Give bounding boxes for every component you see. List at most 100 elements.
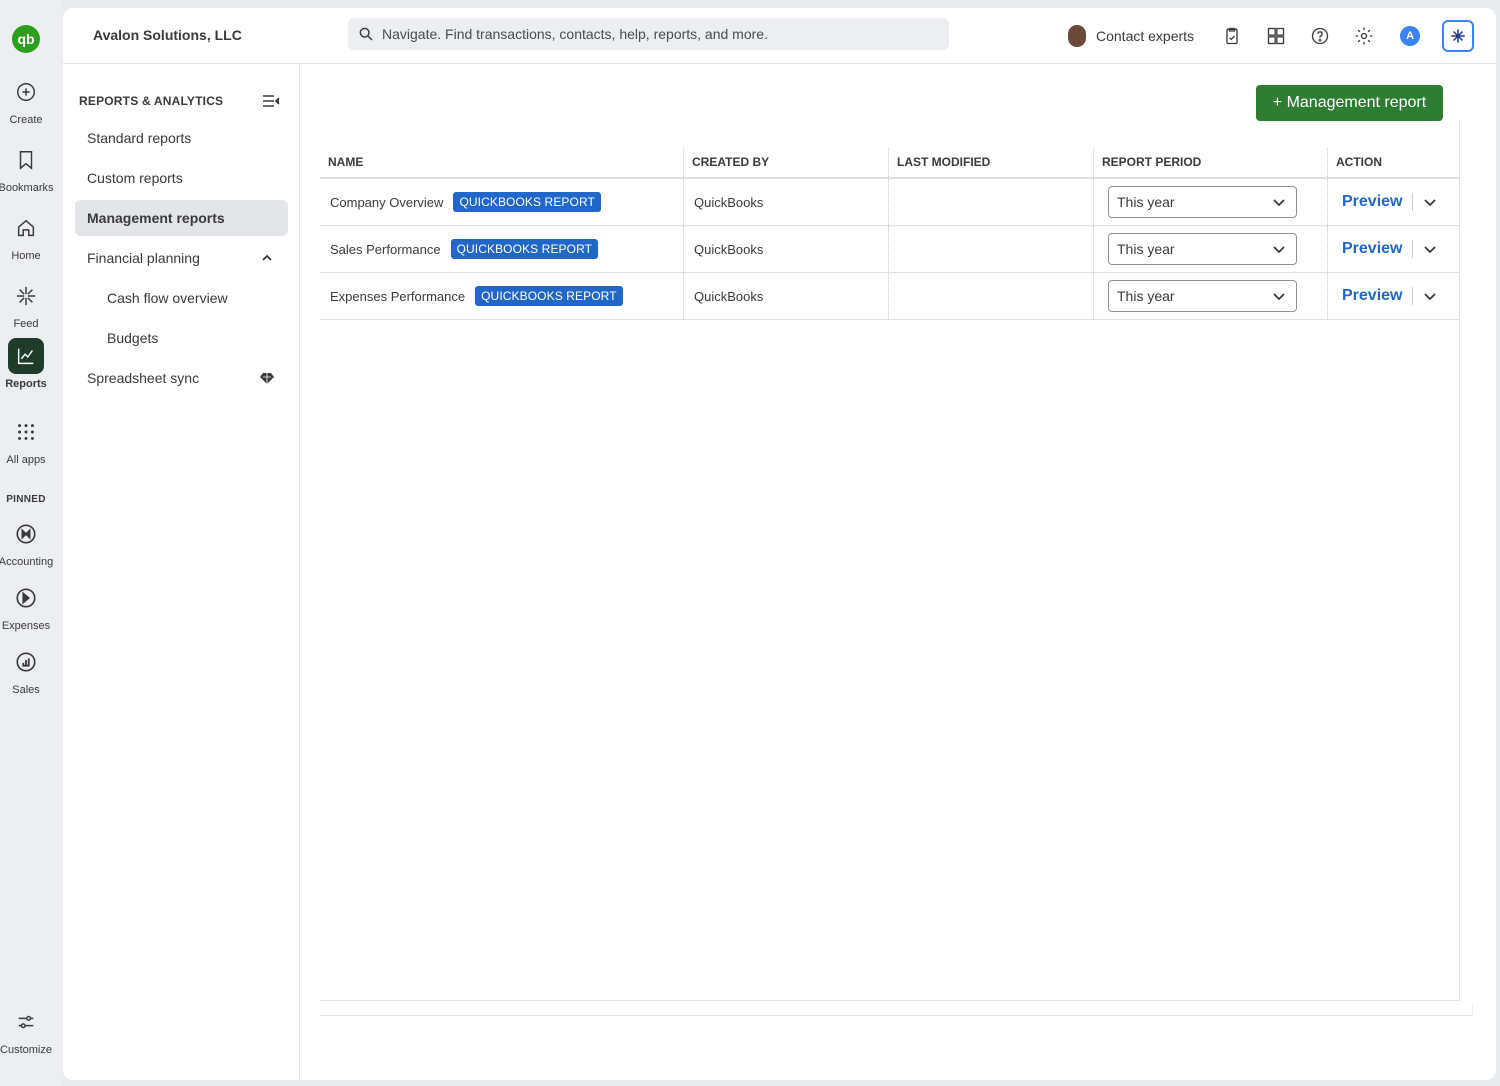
expert-avatar-icon: [1068, 25, 1086, 47]
divider: [1412, 240, 1414, 258]
accounting-icon: [16, 524, 36, 544]
rail-item-create[interactable]: Create: [0, 74, 52, 126]
rail-item-label: Feed: [13, 318, 39, 330]
chart-line-icon: [17, 348, 34, 365]
table-header: NAME CREATED BY LAST MODIFIED REPORT PER…: [320, 148, 1459, 179]
contact-experts-label: Contact experts: [1096, 28, 1195, 44]
divider: [1412, 287, 1414, 305]
preview-link[interactable]: Preview: [1342, 240, 1402, 258]
subnav-item-cash-flow-overview[interactable]: Cash flow overview: [75, 280, 288, 316]
main-card: Avalon Solutions, LLC Contact experts A: [63, 8, 1496, 1080]
last-modified: [889, 179, 1094, 225]
chevron-down-icon[interactable]: [1423, 242, 1437, 256]
report-period-select[interactable]: This year: [1108, 280, 1297, 312]
contact-experts-button[interactable]: Contact experts: [1068, 25, 1194, 47]
clipboard-icon[interactable]: [1220, 24, 1244, 48]
bookmark-icon: [19, 151, 33, 170]
column-header-action: ACTION: [1336, 155, 1382, 169]
ai-sparkle-icon: [1451, 29, 1465, 43]
created-by: QuickBooks: [684, 273, 889, 319]
preview-link[interactable]: Preview: [1342, 287, 1402, 305]
subnav-item-custom-reports[interactable]: Custom reports: [75, 160, 288, 196]
column-header-created-by[interactable]: CREATED BY: [684, 148, 889, 177]
rail-item-label: Accounting: [0, 556, 54, 568]
chevron-down-icon: [1273, 293, 1285, 301]
subnav-item-spreadsheet-sync[interactable]: Spreadsheet sync: [75, 360, 288, 396]
pinned-label: PINNED: [6, 494, 46, 505]
column-header-last-modified[interactable]: LAST MODIFIED: [889, 148, 1094, 177]
search-icon: [359, 27, 373, 41]
rail-item-label: Create: [9, 114, 43, 126]
rail-item-accounting[interactable]: Accounting: [0, 516, 53, 568]
rail-item-customize[interactable]: Customize: [0, 1004, 52, 1056]
sliders-icon: [18, 1015, 34, 1029]
gear-icon[interactable]: [1352, 24, 1376, 48]
report-name[interactable]: Sales Performance: [330, 242, 441, 257]
user-avatar[interactable]: A: [1400, 26, 1421, 46]
report-name[interactable]: Company Overview: [330, 195, 443, 210]
report-period-select[interactable]: This year: [1108, 233, 1297, 265]
rail-item-label: Customize: [0, 1044, 52, 1056]
rail-item-label: All apps: [6, 454, 46, 466]
subnav-item-financial-planning[interactable]: Financial planning: [75, 240, 288, 276]
rail-item-label: Expenses: [1, 620, 51, 632]
help-icon[interactable]: [1308, 24, 1332, 48]
rail-item-sales[interactable]: Sales: [0, 644, 52, 696]
top-bar: Avalon Solutions, LLC Contact experts A: [63, 8, 1496, 64]
rail-item-bookmarks[interactable]: Bookmarks: [0, 142, 54, 194]
chevron-up-icon: [262, 254, 272, 261]
column-header-name[interactable]: NAME: [320, 148, 684, 177]
apps-switcher-icon[interactable]: [1264, 24, 1288, 48]
report-name[interactable]: Expenses Performance: [330, 289, 465, 304]
company-name[interactable]: Avalon Solutions, LLC: [93, 27, 242, 43]
table-row: Expenses Performance QUICKBOOKS REPORT Q…: [320, 273, 1459, 320]
created-by: QuickBooks: [684, 179, 889, 225]
reports-subnav: REPORTS & ANALYTICS Standard reports Cus…: [63, 65, 300, 1080]
quickbooks-logo-icon[interactable]: qb: [12, 25, 40, 53]
table-footer-edge: [320, 1004, 1473, 1016]
preview-link[interactable]: Preview: [1342, 193, 1402, 211]
rail-item-expenses[interactable]: Expenses: [0, 580, 52, 632]
quickbooks-report-badge: QUICKBOOKS REPORT: [453, 192, 601, 212]
created-by: QuickBooks: [684, 226, 889, 272]
reports-table: NAME CREATED BY LAST MODIFIED REPORT PER…: [320, 121, 1460, 1001]
left-rail: qb Create Bookmarks Home Feed Reports Al…: [0, 0, 62, 1086]
expenses-icon: [16, 588, 36, 608]
last-modified: [889, 273, 1094, 319]
quickbooks-report-badge: QUICKBOOKS REPORT: [475, 286, 623, 306]
chevron-down-icon: [1273, 246, 1285, 254]
ai-assist-button[interactable]: [1442, 20, 1475, 52]
report-period-select[interactable]: This year: [1108, 186, 1297, 218]
quickbooks-report-badge: QUICKBOOKS REPORT: [450, 239, 599, 259]
last-modified: [889, 226, 1094, 272]
top-actions: Contact experts A: [1068, 20, 1475, 52]
search-input[interactable]: [382, 26, 942, 42]
sparkle-icon: [16, 286, 36, 306]
search-bar[interactable]: [348, 18, 949, 50]
rail-item-label: Bookmarks: [0, 182, 54, 194]
subnav-item-budgets[interactable]: Budgets: [75, 320, 288, 356]
table-row: Company Overview QUICKBOOKS REPORT Quick…: [320, 179, 1459, 226]
divider: [1412, 193, 1414, 211]
plus-circle-icon: [17, 83, 35, 101]
sales-icon: [16, 652, 36, 672]
home-icon: [17, 219, 35, 237]
rail-item-feed[interactable]: Feed: [0, 278, 52, 330]
rail-item-reports[interactable]: Reports: [0, 338, 52, 390]
table-row: Sales Performance QUICKBOOKS REPORT Quic…: [320, 226, 1459, 273]
subnav-item-standard-reports[interactable]: Standard reports: [75, 120, 288, 156]
subnav-title: REPORTS & ANALYTICS: [79, 94, 224, 108]
chevron-down-icon[interactable]: [1423, 195, 1437, 209]
chevron-down-icon[interactable]: [1423, 289, 1437, 303]
grid-icon: [18, 424, 34, 440]
diamond-icon: [260, 373, 274, 384]
rail-item-label: Sales: [12, 684, 40, 696]
add-management-report-button[interactable]: + Management report: [1256, 85, 1443, 121]
chevron-down-icon: [1273, 199, 1285, 207]
subnav-item-management-reports[interactable]: Management reports: [75, 200, 288, 236]
rail-item-home[interactable]: Home: [0, 210, 52, 262]
collapse-menu-icon[interactable]: [261, 93, 281, 109]
rail-item-label: Home: [11, 250, 41, 262]
column-header-report-period[interactable]: REPORT PERIOD: [1094, 148, 1328, 177]
rail-item-all-apps[interactable]: All apps: [0, 414, 52, 466]
